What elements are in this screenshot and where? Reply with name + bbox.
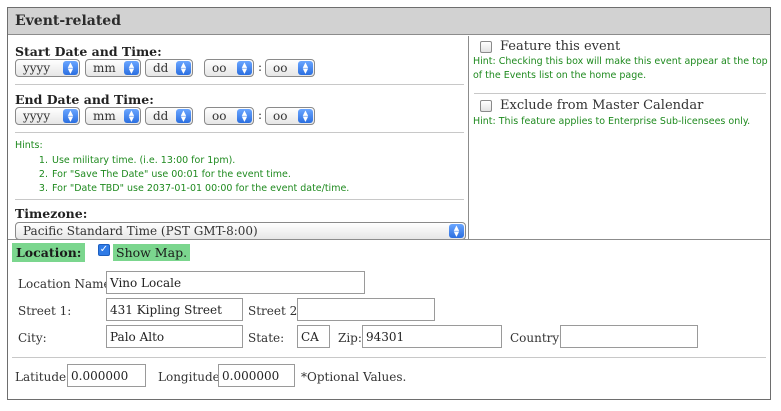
show-map-label: Show Map. [113,244,191,261]
street2-field[interactable] [297,298,435,321]
end-date-label: End Date and Time: [15,92,154,107]
hints-list: 1. Use military time. (i.e. 13:00 for 1pm… [32,154,349,196]
longitude-field[interactable]: 0.000000 [218,364,295,387]
location-title: Location: [12,243,86,262]
timezone-label: Timezone: [15,206,88,221]
divider [474,93,766,94]
date-time-column: Start Date and Time: yyyy ▲ ▼ mm ▲ ▼ dd ▲ ▼ oo… [8,36,469,240]
start-year-select[interactable]: yyyy ▲ ▼ [15,59,80,77]
updown-arrows-icon: ▲ ▼ [176,61,191,75]
start-minute-select[interactable]: oo ▲ ▼ [265,59,315,77]
state-field[interactable]: CA [297,325,330,348]
optional-note: *Optional Values. [301,370,407,384]
updown-arrows-icon: ▲ ▼ [124,61,139,75]
updown-arrows-icon: ▲ ▼ [63,109,78,123]
options-column: Feature this event Hint: Checking this b… [470,36,770,239]
location-section: Location: ✓ Show Map. Location Name: Vin… [8,240,770,400]
location-name-field[interactable]: Vino Locale [106,271,365,294]
divider [15,132,464,133]
updown-arrows-icon: ▲ ▼ [176,109,191,123]
start-day-select[interactable]: dd ▲ ▼ [145,59,193,77]
zip-field[interactable]: 94301 [362,325,502,348]
street2-label: Street 2: [248,304,302,318]
start-time-separator: : [258,60,263,74]
end-minute-select[interactable]: oo ▲ ▼ [265,107,315,125]
updown-arrows-icon: ▲ ▼ [237,61,252,75]
event-related-panel: Event-related Start Date and Time: yyyy ▲… [7,7,771,400]
street1-label: Street 1: [18,304,72,318]
timezone-select[interactable]: Pacific Standard Time (PST GMT-8:00) ▲ ▼ [15,222,466,240]
updown-arrows-icon: ▲ ▼ [298,109,313,123]
latitude-field[interactable]: 0.000000 [67,364,146,387]
updown-arrows-icon: ▲ ▼ [237,109,252,123]
country-label: Country: [510,331,564,345]
show-map-checkbox[interactable]: ✓ [98,244,110,256]
start-date-label: Start Date and Time: [15,44,162,59]
feature-event-checkbox[interactable] [480,41,492,53]
city-field[interactable]: Palo Alto [106,325,243,348]
end-month-select[interactable]: mm ▲ ▼ [85,107,141,125]
exclude-master-calendar-checkbox[interactable] [480,100,492,112]
updown-arrows-icon: ▲ ▼ [124,109,139,123]
feature-event-hint: Hint: Checking this box will make this e… [473,56,768,81]
end-year-select[interactable]: yyyy ▲ ▼ [15,107,80,125]
list-item: 3. For "Date TBD" use 2037-01-01 00:00 fo… [38,183,350,194]
divider [12,357,766,358]
feature-event-label: Feature this event [500,39,621,54]
divider [15,84,464,85]
city-label: City: [18,331,47,345]
updown-arrows-icon: ▲ ▼ [298,61,313,75]
end-hour-select[interactable]: oo ▲ ▼ [204,107,254,125]
zip-label: Zip: [338,331,362,345]
section-title: Event-related [8,8,770,35]
divider [15,199,464,200]
hints-title: Hints: [15,140,43,151]
checkmark-icon: ✓ [99,244,109,255]
list-item: 2. For "Save The Date" use 00:01 for the … [38,169,291,180]
end-day-select[interactable]: dd ▲ ▼ [145,107,193,125]
updown-arrows-icon: ▲ ▼ [449,224,464,238]
start-month-select[interactable]: mm ▲ ▼ [85,59,141,77]
start-hour-select[interactable]: oo ▲ ▼ [204,59,254,77]
exclude-master-calendar-hint: Hint: This feature applies to Enterprise… [473,116,751,127]
location-name-label: Location Name: [18,277,115,291]
updown-arrows-icon: ▲ ▼ [63,61,78,75]
latitude-label: Latitude: [15,370,71,384]
end-time-separator: : [258,108,263,122]
street1-field[interactable]: 431 Kipling Street [106,298,243,321]
state-label: State: [248,331,285,345]
longitude-label: Longitude: [158,370,224,384]
country-field[interactable] [560,325,698,348]
list-item: 1. Use military time. (i.e. 13:00 for 1pm… [38,155,236,166]
exclude-master-calendar-label: Exclude from Master Calendar [500,98,704,113]
